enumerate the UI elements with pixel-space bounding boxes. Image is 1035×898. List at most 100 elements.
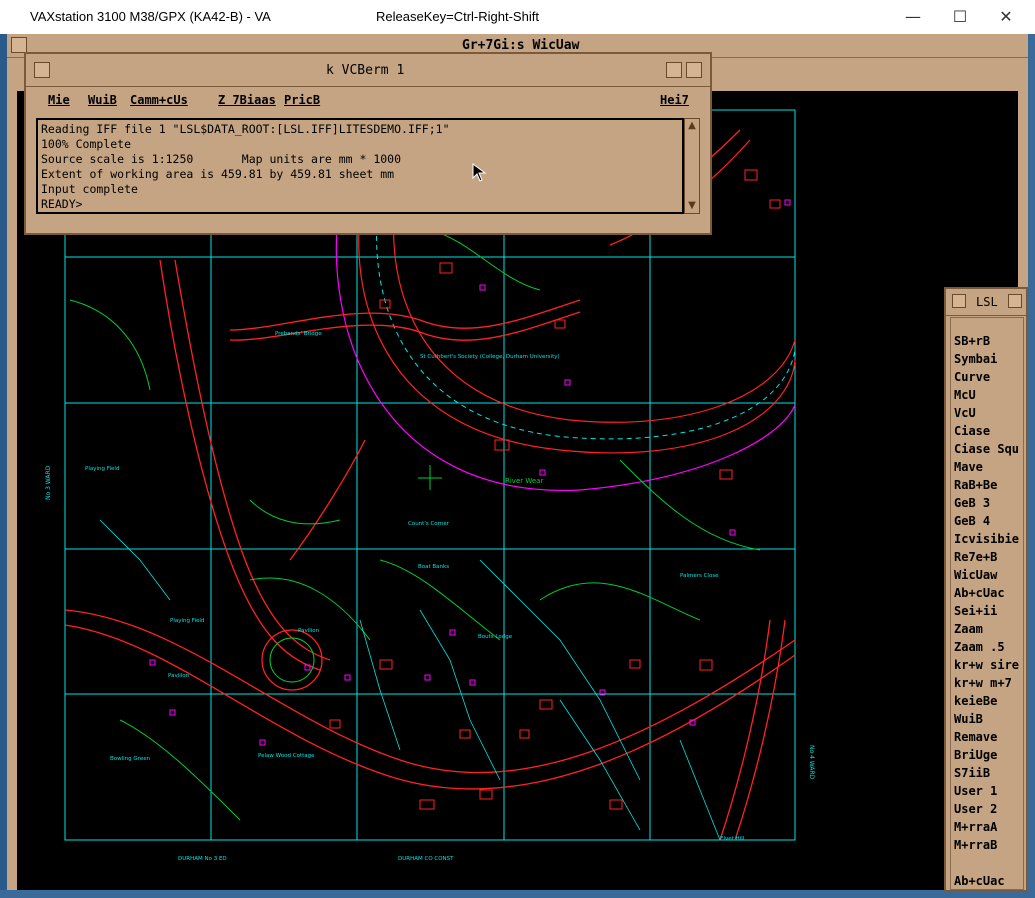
map-label: Palmers Close: [680, 573, 719, 579]
map-label: Bouts Lodge: [478, 634, 513, 640]
terminal-titlebar[interactable]: k VCBerm 1: [26, 54, 710, 87]
feature-marker: [169, 709, 176, 716]
lsl-menu-item[interactable]: Zaam .5: [954, 640, 1005, 654]
building-outline: [519, 729, 530, 739]
vegetation-boundary: [539, 582, 701, 621]
map-label: DURHAM No 3 ED: [178, 856, 227, 862]
lsl-menu-item[interactable]: Mave: [954, 460, 983, 474]
terminal-output[interactable]: Reading IFF file 1 "LSL$DATA_ROOT:[LSL.I…: [36, 118, 684, 214]
building-outline: [719, 469, 733, 480]
lsl-menu-item[interactable]: kr+w m+7: [954, 676, 1012, 690]
menu-options[interactable]: Z 7Biaas: [218, 93, 276, 107]
lsl-menu-item[interactable]: Ab+cUac: [954, 874, 1005, 888]
release-key-text: ReleaseKey=Ctrl-Right-Shift: [376, 9, 539, 24]
building-outline: [479, 789, 493, 800]
road-line: [734, 619, 786, 841]
feature-marker: [469, 679, 476, 686]
building-outline: [554, 319, 566, 329]
vegetation-boundary: [379, 559, 501, 641]
building-outline: [539, 699, 553, 710]
menu-print[interactable]: PricB: [284, 93, 320, 107]
maximize-icon[interactable]: ☐: [937, 2, 983, 32]
terminal-title: k VCBerm 1: [326, 63, 405, 78]
terminal-line: 100% Complete: [41, 137, 132, 151]
side-label-right: No 4 WARD: [808, 745, 815, 780]
lsl-titlebar[interactable]: LSL: [946, 289, 1026, 316]
map-label: Elvet Hill: [720, 836, 745, 842]
menu-edit[interactable]: WuiB: [88, 93, 117, 107]
lsl-menu-item[interactable]: WicUaw: [954, 568, 997, 582]
menu-help[interactable]: Hei7: [660, 93, 689, 107]
roundabout-inner: [269, 637, 315, 683]
vegetation-boundary: [619, 459, 761, 551]
building-outline: [629, 659, 641, 669]
road-line: [229, 299, 581, 331]
lsl-menu-item[interactable]: Ab+cUac: [954, 586, 1005, 600]
vegetation-boundary: [429, 229, 541, 291]
scroll-down-icon[interactable]: ▼: [686, 200, 698, 212]
lsl-menu-item[interactable]: Zaam: [954, 622, 983, 636]
terminal-minimize-icon[interactable]: [666, 62, 682, 78]
host-titlebar: VAXstation 3100 M38/GPX (KA42-B) - VA Re…: [0, 0, 1035, 34]
lsl-menu-item[interactable]: Remave: [954, 730, 997, 744]
terminal-line: Reading IFF file 1 "LSL$DATA_ROOT:[LSL.I…: [41, 122, 450, 136]
lsl-menu-item[interactable]: GeB 4: [954, 514, 990, 528]
menu-file[interactable]: Mie: [48, 93, 70, 107]
building-outline: [379, 659, 393, 670]
lsl-menu-item[interactable]: Symbai: [954, 352, 997, 366]
close-icon[interactable]: ✕: [983, 2, 1029, 32]
lsl-menu-item[interactable]: S7iiB: [954, 766, 990, 780]
lsl-menu-item[interactable]: BriUge: [954, 748, 997, 762]
terminal-maximize-icon[interactable]: [686, 62, 702, 78]
terminal-line: Input complete: [41, 182, 138, 196]
desktop-strip-bottom: [0, 890, 1035, 898]
lsl-menu-item[interactable]: keieBe: [954, 694, 997, 708]
building-outline: [419, 799, 435, 810]
lsl-menu-item[interactable]: GeB 3: [954, 496, 990, 510]
lsl-menu-item[interactable]: kr+w sire: [954, 658, 1019, 672]
map-label: Playing Field: [85, 466, 119, 472]
terminal-scrollbar[interactable]: ▲ ▼: [684, 118, 700, 214]
lsl-menu-item[interactable]: Ciase: [954, 424, 990, 438]
lsl-menu-item[interactable]: McU: [954, 388, 976, 402]
lsl-menu-item[interactable]: VcU: [954, 406, 976, 420]
feature-marker: [149, 659, 156, 666]
terminal-line: Extent of working area is 459.81 by 459.…: [41, 167, 395, 181]
lsl-menu-item[interactable]: Curve: [954, 370, 990, 384]
lsl-menu-item[interactable]: User 1: [954, 784, 997, 798]
window-menu-icon[interactable]: [11, 37, 27, 53]
terminal-window-menu-icon[interactable]: [34, 62, 50, 78]
vegetation-boundary: [249, 499, 341, 525]
terminal-line: READY>: [41, 197, 83, 211]
lsl-menu-item[interactable]: Sei+ii: [954, 604, 997, 618]
vegetation-boundary: [69, 299, 151, 391]
river-bank: [335, 199, 796, 491]
lsl-menu-item[interactable]: RaB+Be: [954, 478, 997, 492]
lsl-menu-item[interactable]: M+rraA: [954, 820, 997, 834]
road-line: [289, 439, 366, 561]
lsl-menu-item[interactable]: M+rraB: [954, 838, 997, 852]
building-outline: [459, 729, 471, 739]
map-label: Pavilion: [168, 673, 190, 679]
map-label: DURHAM CO CONST: [398, 856, 454, 862]
lsl-menu-item[interactable]: Icvisibie: [954, 532, 1019, 546]
map-label: Pavilion: [298, 628, 320, 634]
lsl-menu-item[interactable]: Re7e+B: [954, 550, 997, 564]
map-label: River Wear: [505, 477, 543, 485]
lsl-menu-item[interactable]: User 2: [954, 802, 997, 816]
lsl-menu-item[interactable]: WuiB: [954, 712, 983, 726]
roundabout-outer: [261, 629, 323, 691]
building-outline: [439, 262, 453, 274]
feature-marker: [539, 469, 546, 476]
lsl-menu-item[interactable]: SB+rB: [954, 334, 990, 348]
lsl-maximize-icon[interactable]: [1008, 294, 1022, 308]
scroll-up-icon[interactable]: ▲: [686, 120, 698, 132]
road-line: [64, 609, 796, 774]
lsl-title: LSL: [976, 295, 998, 309]
vegetation-boundary: [119, 719, 241, 821]
menu-commands[interactable]: Camm+cUs: [130, 93, 188, 107]
detail-line: [99, 519, 171, 601]
lsl-menu-item[interactable]: Ciase Squ: [954, 442, 1019, 456]
lsl-window-menu-icon[interactable]: [952, 294, 966, 308]
minimize-icon[interactable]: —: [890, 2, 936, 32]
